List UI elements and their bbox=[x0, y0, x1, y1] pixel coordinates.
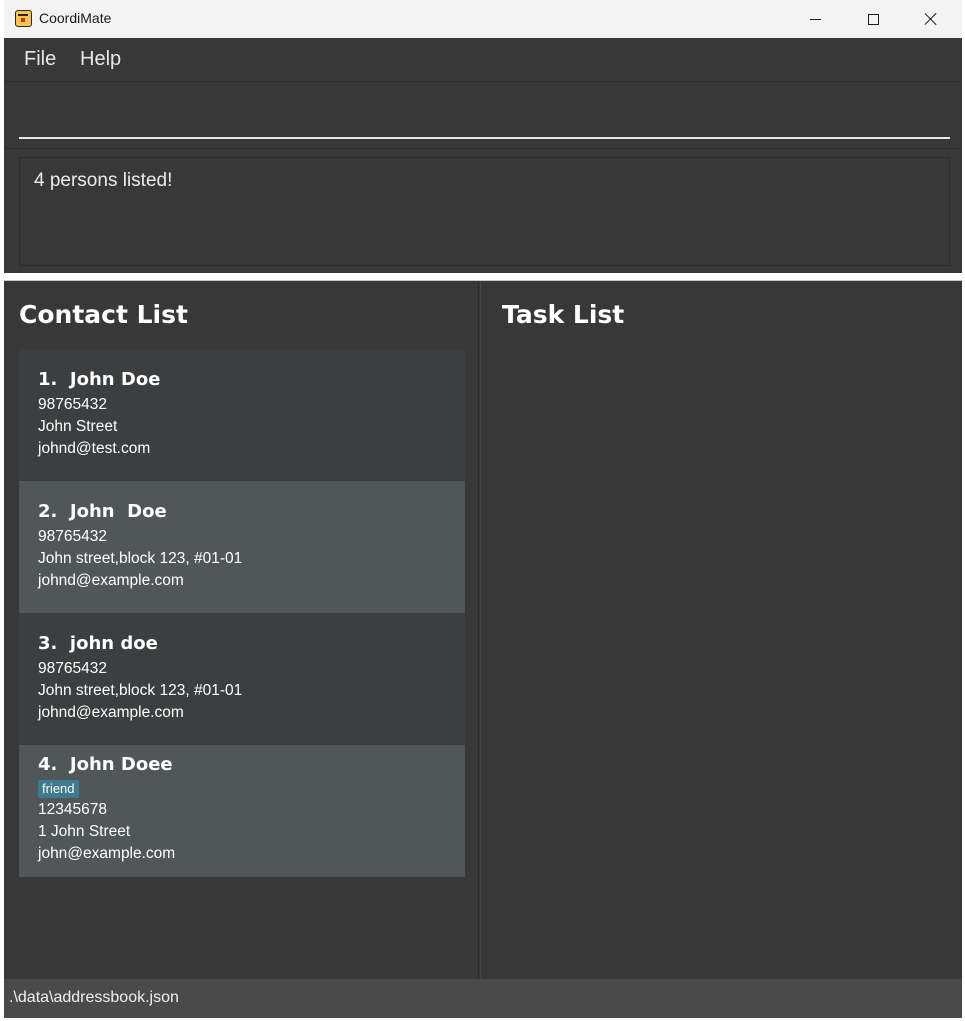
menu-help[interactable]: Help bbox=[80, 48, 121, 71]
contact-address: John street,block 123, #01-01 bbox=[38, 550, 243, 567]
title-bar: CoordiMate bbox=[4, 0, 962, 38]
contact-list-panel: Contact List 1. John Doe 98765432 John S… bbox=[4, 282, 479, 979]
minimize-icon bbox=[809, 18, 821, 20]
close-button[interactable] bbox=[902, 0, 960, 38]
maximize-icon bbox=[867, 13, 879, 25]
app-logo-icon bbox=[15, 10, 32, 27]
maximize-button[interactable] bbox=[844, 0, 902, 38]
menu-file[interactable]: File bbox=[24, 48, 56, 71]
task-list-panel: Task List bbox=[480, 282, 962, 979]
command-input[interactable] bbox=[19, 99, 950, 139]
close-icon bbox=[924, 12, 938, 26]
contact-address: 1 John Street bbox=[38, 823, 131, 840]
contact-card[interactable]: 3. john doe 98765432 John street,block 1… bbox=[19, 613, 465, 745]
contact-name: 2. John Doe bbox=[38, 501, 167, 522]
contact-name: 3. john doe bbox=[38, 633, 158, 654]
window-title: CoordiMate bbox=[39, 10, 112, 26]
contact-list[interactable]: 1. John Doe 98765432 John Street johnd@t… bbox=[19, 349, 465, 877]
minimize-button[interactable] bbox=[786, 0, 844, 38]
task-list-title: Task List bbox=[502, 300, 625, 329]
contact-list-title: Contact List bbox=[19, 300, 188, 329]
contact-card[interactable]: 1. John Doe 98765432 John Street johnd@t… bbox=[19, 349, 465, 481]
menu-bar: File Help bbox=[4, 38, 962, 82]
save-location: .\data\addressbook.json bbox=[9, 989, 179, 1006]
contact-phone: 98765432 bbox=[38, 660, 107, 677]
contact-email: john@example.com bbox=[38, 845, 176, 862]
command-box bbox=[4, 83, 962, 149]
contact-card[interactable]: 2. John Doe 98765432 John street,block 1… bbox=[19, 481, 465, 613]
contact-tag: friend bbox=[38, 780, 79, 798]
contact-phone: 98765432 bbox=[38, 396, 107, 413]
contact-email: johnd@test.com bbox=[38, 440, 151, 457]
contact-phone: 98765432 bbox=[38, 528, 107, 545]
contact-phone: 12345678 bbox=[38, 801, 107, 818]
contact-email: johnd@example.com bbox=[38, 704, 184, 721]
contact-address: John Street bbox=[38, 418, 118, 435]
contact-name: 4. John Doee bbox=[38, 754, 173, 775]
contact-address: John street,block 123, #01-01 bbox=[38, 682, 243, 699]
result-message: 4 persons listed! bbox=[34, 170, 173, 191]
contact-email: johnd@example.com bbox=[38, 572, 184, 589]
panel-divider[interactable] bbox=[4, 273, 962, 281]
contact-name: 1. John Doe bbox=[38, 369, 161, 390]
status-bar: .\data\addressbook.json bbox=[4, 979, 962, 1018]
app-window: CoordiMate File Help 4 persons listed! C… bbox=[4, 0, 962, 1018]
result-display: 4 persons listed! bbox=[19, 157, 950, 266]
contact-card[interactable]: 4. John Doee friend 12345678 1 John Stre… bbox=[19, 745, 465, 877]
